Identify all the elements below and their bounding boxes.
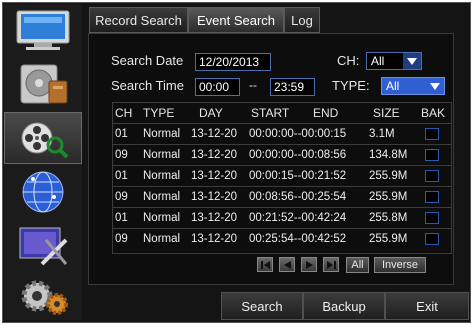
first-page-button[interactable] xyxy=(257,257,273,272)
cell-type: Normal xyxy=(143,191,181,203)
cell-size: 3.1M xyxy=(369,128,395,140)
backup-checkbox[interactable] xyxy=(425,128,439,140)
type-select[interactable]: All xyxy=(381,77,445,95)
sidebar-item-system[interactable] xyxy=(4,220,82,272)
table-row[interactable]: 01 Normal 13-12-20 00:21:52--00:42:24 25… xyxy=(113,207,451,228)
cell-type: Normal xyxy=(143,212,181,224)
cell-day: 13-12-20 xyxy=(191,233,238,245)
cell-ch: 09 xyxy=(115,191,128,203)
cell-ch: 01 xyxy=(115,212,128,224)
table-row[interactable]: 09 Normal 13-12-20 00:00:00--00:08:56 13… xyxy=(113,144,451,165)
backup-checkbox[interactable] xyxy=(425,170,439,182)
chevron-down-icon xyxy=(426,78,444,94)
cell-day: 13-12-20 xyxy=(191,212,238,224)
cell-size: 255.8M xyxy=(369,212,408,224)
type-label: TYPE: xyxy=(332,78,370,93)
col-header-ch: CH xyxy=(115,106,133,120)
sidebar-item-advanced[interactable] xyxy=(4,270,82,322)
cell-time-range: 00:25:54--00:42:52 xyxy=(249,233,347,245)
cell-size: 255.9M xyxy=(369,233,408,245)
cell-size: 134.8M xyxy=(369,149,408,161)
tab-event-search[interactable]: Event Search xyxy=(188,7,284,33)
col-header-start: START xyxy=(251,106,290,120)
last-page-button[interactable] xyxy=(323,257,339,272)
cell-day: 13-12-20 xyxy=(191,128,238,140)
cell-ch: 01 xyxy=(115,170,128,182)
sidebar xyxy=(4,4,82,320)
prev-page-icon xyxy=(283,260,291,269)
network-globe-icon xyxy=(22,171,64,213)
cell-time-range: 00:08:56--00:25:54 xyxy=(249,191,347,203)
cell-day: 13-12-20 xyxy=(191,170,238,182)
search-time-label: Search Time xyxy=(111,78,184,93)
backup-checkbox[interactable] xyxy=(425,149,439,161)
col-header-bak: BAK xyxy=(421,106,446,120)
table-header: CH TYPE DAY START END SIZE BAK xyxy=(113,103,451,123)
inverse-selection-button[interactable]: Inverse xyxy=(374,257,426,273)
backup-checkbox[interactable] xyxy=(425,212,439,224)
cell-day: 13-12-20 xyxy=(191,149,238,161)
search-date-field[interactable]: 12/20/2013 xyxy=(195,53,271,71)
gears-icon xyxy=(21,280,68,315)
ch-label: CH: xyxy=(337,53,360,68)
select-all-button[interactable]: All xyxy=(346,257,369,273)
prev-page-button[interactable] xyxy=(279,257,295,272)
search-button[interactable]: Search xyxy=(221,292,303,320)
chevron-down-icon xyxy=(403,53,421,69)
next-page-button[interactable] xyxy=(301,257,317,272)
search-time-start-field[interactable]: 00:00 xyxy=(195,78,240,96)
sidebar-item-storage[interactable] xyxy=(4,58,82,110)
ch-select-value: All xyxy=(371,54,385,68)
next-page-icon xyxy=(305,260,313,269)
table-row[interactable]: 09 Normal 13-12-20 00:08:56--00:25:54 25… xyxy=(113,186,451,207)
sidebar-item-network[interactable] xyxy=(4,166,82,218)
time-separator: -- xyxy=(249,78,257,92)
event-table: CH TYPE DAY START END SIZE BAK 01 Normal… xyxy=(112,102,452,254)
cell-ch: 09 xyxy=(115,233,128,245)
cell-time-range: 00:21:52--00:42:24 xyxy=(249,212,347,224)
col-header-type: TYPE xyxy=(143,106,175,120)
table-row[interactable]: 09 Normal 13-12-20 00:25:54--00:42:52 25… xyxy=(113,228,451,249)
backup-checkbox[interactable] xyxy=(425,233,439,245)
cell-type: Normal xyxy=(143,233,181,245)
cell-time-range: 00:00:15--00:21:52 xyxy=(249,170,347,182)
ch-select[interactable]: All xyxy=(366,52,422,70)
backup-button[interactable]: Backup xyxy=(303,292,385,320)
search-time-end-field[interactable]: 23:59 xyxy=(270,78,315,96)
last-page-icon xyxy=(326,260,336,269)
cell-ch: 09 xyxy=(115,149,128,161)
table-row[interactable]: 01 Normal 13-12-20 00:00:00--00:00:15 3.… xyxy=(113,123,451,144)
exit-button[interactable]: Exit xyxy=(385,292,469,320)
col-header-end: END xyxy=(313,106,339,120)
table-row[interactable]: 01 Normal 13-12-20 00:00:15--00:21:52 25… xyxy=(113,165,451,186)
cell-day: 13-12-20 xyxy=(191,191,238,203)
cell-size: 255.9M xyxy=(369,191,408,203)
cell-type: Normal xyxy=(143,170,181,182)
backup-checkbox[interactable] xyxy=(425,191,439,203)
col-header-day: DAY xyxy=(199,106,223,120)
cell-time-range: 00:00:00--00:08:56 xyxy=(249,149,347,161)
search-date-label: Search Date xyxy=(111,53,184,68)
cell-type: Normal xyxy=(143,128,181,140)
cell-ch: 01 xyxy=(115,128,128,140)
monitor-icon xyxy=(16,10,70,50)
film-reel-search-icon xyxy=(21,122,69,159)
cell-size: 255.9M xyxy=(369,170,408,182)
col-header-size: SIZE xyxy=(373,106,400,120)
cell-type: Normal xyxy=(143,149,181,161)
sidebar-item-search[interactable] xyxy=(4,112,82,164)
cell-time-range: 00:00:00--00:00:15 xyxy=(249,128,347,140)
tab-record-search[interactable]: Record Search xyxy=(89,7,188,33)
tab-log[interactable]: Log xyxy=(284,7,320,33)
sidebar-item-display[interactable] xyxy=(4,4,82,56)
screen-tools-icon xyxy=(19,227,68,266)
hard-disk-icon xyxy=(20,64,68,104)
type-select-value: All xyxy=(386,79,400,93)
first-page-icon xyxy=(260,260,270,269)
